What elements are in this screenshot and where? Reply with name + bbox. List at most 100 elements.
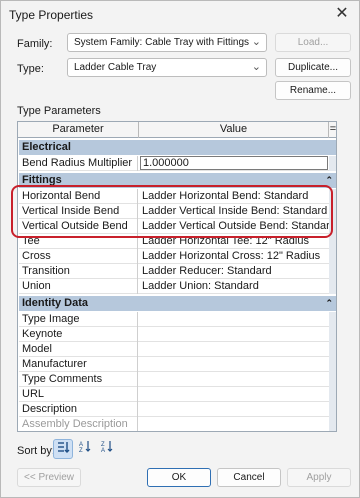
parameter-name: Bend Radius Multiplier — [19, 156, 138, 171]
title-bar: Type Properties ✕ — [1, 1, 359, 27]
formula-cell — [329, 372, 336, 387]
group-name: Fittings — [22, 174, 62, 186]
group-name: Identity Data — [22, 297, 89, 309]
formula-cell — [329, 279, 336, 294]
formula-cell — [329, 342, 336, 357]
type-label: Type: — [17, 63, 44, 75]
formula-cell — [329, 402, 336, 417]
parameter-value[interactable] — [139, 402, 329, 417]
formula-cell — [329, 234, 336, 249]
parameter-name: Model — [19, 342, 138, 357]
type-parameters-label: Type Parameters — [17, 105, 101, 117]
parameter-name: Description — [19, 402, 138, 417]
close-icon[interactable]: ✕ — [331, 4, 353, 24]
table-row[interactable]: Bend Radius Multiplier 1.000000 — [19, 156, 336, 171]
parameter-value[interactable] — [139, 327, 329, 342]
column-header-parameter[interactable]: Parameter — [18, 122, 139, 138]
parameter-value[interactable] — [139, 342, 329, 357]
window-title: Type Properties — [9, 8, 94, 22]
preview-button[interactable]: << Preview — [17, 468, 81, 487]
parameter-name: Assembly Description — [19, 417, 138, 431]
grid-header: Parameter Value = — [18, 122, 336, 138]
parameter-name: URL — [19, 387, 138, 402]
table-row[interactable]: Description — [19, 402, 336, 417]
parameter-value[interactable]: Ladder Vertical Inside Bend: Standard — [139, 204, 329, 219]
column-header-formula[interactable]: = — [329, 122, 336, 138]
family-label: Family: — [17, 38, 53, 50]
rename-button[interactable]: Rename... — [275, 81, 351, 100]
parameter-name: Tee — [19, 234, 138, 249]
sort-grouped-icon[interactable] — [53, 439, 73, 459]
parameter-name: Union — [19, 279, 138, 294]
table-row[interactable]: Cross Ladder Horizontal Cross: 12" Radius — [19, 249, 336, 264]
type-parameters-grid: Parameter Value = Electrical Bend Radius… — [17, 121, 337, 432]
bend-radius-multiplier-input[interactable]: 1.000000 — [140, 156, 328, 170]
parameter-name: Vertical Inside Bend — [19, 204, 138, 219]
table-row[interactable]: Transition Ladder Reducer: Standard — [19, 264, 336, 279]
family-select[interactable]: System Family: Cable Tray with Fittings … — [67, 33, 267, 52]
parameter-name: Horizontal Bend — [19, 189, 138, 204]
table-row[interactable]: Keynote — [19, 327, 336, 342]
type-select[interactable]: Ladder Cable Tray ⌄ — [67, 58, 267, 77]
table-row[interactable]: Union Ladder Union: Standard — [19, 279, 336, 294]
parameter-value[interactable] — [139, 372, 329, 387]
sort-descending-icon[interactable]: ZA — [97, 439, 117, 459]
table-row[interactable]: Type Comments — [19, 372, 336, 387]
svg-text:Z: Z — [79, 448, 83, 453]
parameter-value[interactable] — [139, 357, 329, 372]
chevron-down-icon: ⌄ — [251, 61, 261, 73]
chevron-down-icon: ⌄ — [251, 36, 261, 48]
table-row[interactable]: Horizontal Bend Ladder Horizontal Bend: S… — [19, 189, 336, 204]
parameter-value[interactable]: Ladder Reducer: Standard — [139, 264, 329, 279]
column-header-value[interactable]: Value — [139, 122, 329, 138]
formula-cell — [329, 156, 336, 171]
parameter-value[interactable]: Ladder Vertical Outside Bend: Standard — [139, 219, 329, 234]
parameter-value[interactable]: Ladder Horizontal Cross: 12" Radius — [139, 249, 329, 264]
formula-cell — [329, 219, 336, 234]
svg-text:A: A — [101, 448, 105, 453]
formula-cell — [329, 357, 336, 372]
formula-cell — [329, 204, 336, 219]
table-row[interactable]: Vertical Outside Bend Ladder Vertical Out… — [19, 219, 336, 234]
formula-cell — [329, 312, 336, 327]
parameter-name: Vertical Outside Bend — [19, 219, 138, 234]
table-row[interactable]: Assembly Description — [19, 417, 336, 431]
type-properties-dialog: Type Properties ✕ Family: System Family:… — [0, 0, 360, 498]
formula-cell — [329, 417, 336, 431]
group-header-identity-data[interactable]: Identity Data ⌃ — [19, 296, 336, 311]
sort-ascending-icon[interactable]: AZ — [75, 439, 95, 459]
parameter-name: Manufacturer — [19, 357, 138, 372]
table-row[interactable]: Vertical Inside Bend Ladder Vertical Insi… — [19, 204, 336, 219]
collapse-icon[interactable]: ⌃ — [325, 173, 333, 188]
parameter-value[interactable]: Ladder Union: Standard — [139, 279, 329, 294]
parameter-name: Transition — [19, 264, 138, 279]
table-row[interactable]: Model — [19, 342, 336, 357]
formula-cell — [329, 327, 336, 342]
family-value: System Family: Cable Tray with Fittings — [74, 37, 250, 48]
parameter-name: Keynote — [19, 327, 138, 342]
parameter-name: Type Comments — [19, 372, 138, 387]
load-button[interactable]: Load... — [275, 33, 351, 52]
apply-button[interactable]: Apply — [287, 468, 351, 487]
cancel-button[interactable]: Cancel — [217, 468, 281, 487]
table-row[interactable]: Tee Ladder Horizontal Tee: 12" Radius — [19, 234, 336, 249]
formula-cell — [329, 189, 336, 204]
parameter-value[interactable] — [139, 417, 329, 431]
parameter-value[interactable] — [139, 312, 329, 327]
collapse-icon[interactable]: ⌃ — [325, 296, 333, 311]
group-header-electrical[interactable]: Electrical — [19, 140, 336, 155]
table-row[interactable]: Type Image — [19, 312, 336, 327]
parameter-value[interactable]: Ladder Horizontal Tee: 12" Radius — [139, 234, 329, 249]
parameter-value[interactable] — [139, 387, 329, 402]
table-row[interactable]: Manufacturer — [19, 357, 336, 372]
duplicate-button[interactable]: Duplicate... — [275, 58, 351, 77]
parameter-value[interactable]: Ladder Horizontal Bend: Standard — [139, 189, 329, 204]
parameter-name: Type Image — [19, 312, 138, 327]
table-row[interactable]: URL — [19, 387, 336, 402]
formula-cell — [329, 249, 336, 264]
ok-button[interactable]: OK — [147, 468, 211, 487]
group-name: Electrical — [22, 141, 71, 153]
group-header-fittings[interactable]: Fittings ⌃ — [19, 173, 336, 188]
formula-cell — [329, 264, 336, 279]
parameter-name: Cross — [19, 249, 138, 264]
